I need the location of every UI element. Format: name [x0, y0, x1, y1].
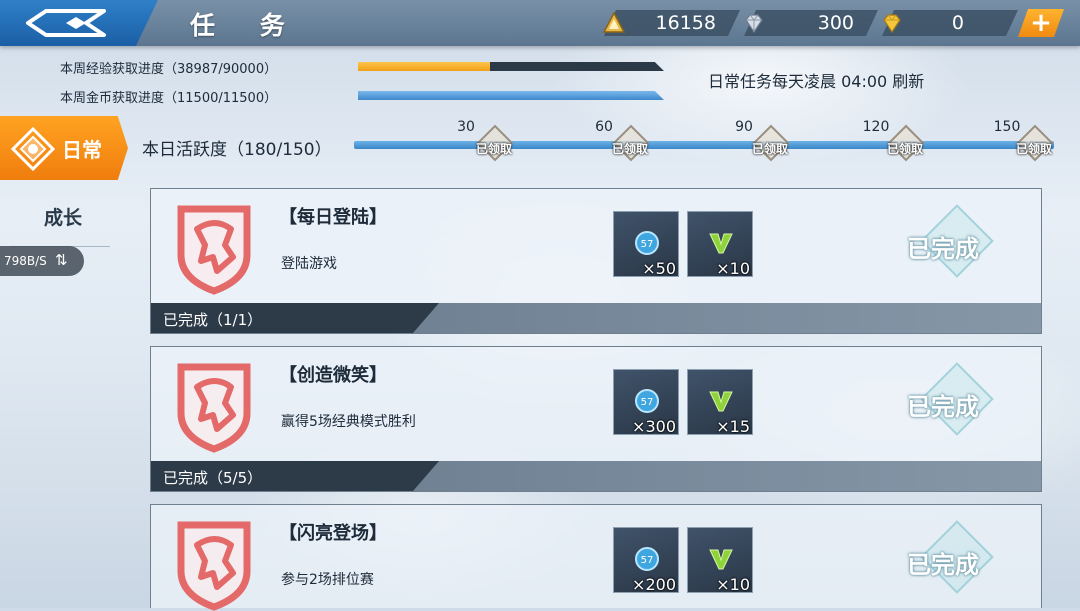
milestone-status: 已领取: [611, 142, 648, 156]
diamond-value: 300: [817, 12, 854, 34]
reward-item[interactable]: ×10: [687, 211, 753, 278]
task-card: 【每日登陆】 登陆游戏 57 ×50 ×10 已完成 已完成（1/1）: [150, 188, 1042, 334]
milestone-value: 30: [457, 119, 475, 135]
task-description: 登陆游戏: [281, 256, 337, 272]
reward-qty: ×200: [632, 575, 676, 594]
milestone-status: 已领取: [751, 142, 788, 156]
v-token-icon: [709, 549, 733, 570]
tab-growth[interactable]: 成长: [44, 203, 82, 230]
milestone-status: 已领取: [1015, 142, 1052, 156]
completed-badge: 已完成: [893, 204, 1003, 278]
reward-qty: ×10: [716, 575, 750, 594]
task-title: 【闪亮登场】: [279, 523, 387, 544]
activity-label: 本日活跃度（180/150）: [142, 140, 332, 160]
page-title: 任 务: [190, 11, 303, 40]
up-down-arrows-icon: ⇅: [55, 251, 68, 269]
reward-item[interactable]: ×10: [687, 527, 753, 594]
milestone-value: 90: [735, 119, 753, 135]
task-status-bar: 已完成（5/5）: [151, 461, 1041, 491]
gold-diamond-icon: [883, 14, 901, 34]
task-emblem-icon: [177, 363, 251, 453]
gold-diamond-value: 0: [951, 12, 964, 34]
exp-coin-icon: 57: [635, 547, 659, 571]
reward-item[interactable]: 57 ×50: [613, 211, 679, 278]
back-button[interactable]: [0, 0, 158, 46]
weekly-exp-label: 本周经验获取进度（38987/90000）: [60, 62, 278, 77]
weekly-exp-fill: [358, 62, 491, 71]
gold-value: 16158: [655, 12, 716, 34]
weekly-gold-label: 本周金币获取进度（11500/11500）: [60, 91, 278, 106]
reward-item[interactable]: 57 ×300: [613, 369, 679, 436]
task-status-text: 已完成（1/1）: [163, 311, 263, 329]
completed-badge: 已完成: [893, 520, 1003, 594]
network-speed-text: 798B/S: [4, 254, 47, 268]
top-bar: 任 务 16158 300 0 +: [0, 0, 1080, 46]
completed-badge-text: 已完成: [907, 393, 979, 421]
add-currency-button[interactable]: +: [1018, 9, 1064, 37]
weekly-exp-bar: [358, 62, 664, 71]
completed-badge-text: 已完成: [907, 551, 979, 579]
milestone-status: 已领取: [475, 142, 512, 156]
milestone-status: 已领取: [886, 142, 923, 156]
task-title: 【创造微笑】: [279, 365, 387, 386]
network-speed-indicator: 798B/S ⇅: [0, 246, 84, 276]
svg-text:57: 57: [641, 555, 654, 566]
reward-qty: ×10: [716, 259, 750, 278]
daily-tab-icon: [10, 126, 56, 172]
v-token-icon: [709, 233, 733, 254]
exp-coin-icon: 57: [635, 389, 659, 413]
diamond-icon: [745, 14, 763, 34]
reward-item[interactable]: 57 ×200: [613, 527, 679, 594]
exp-coin-icon: 57: [635, 231, 659, 255]
completed-badge-text: 已完成: [907, 235, 979, 263]
svg-text:57: 57: [641, 397, 654, 408]
task-status-bar: 已完成（1/1）: [151, 303, 1041, 333]
v-token-icon: [709, 391, 733, 412]
task-status-text: 已完成（5/5）: [163, 469, 263, 487]
reward-qty: ×300: [632, 417, 676, 436]
task-description: 赢得5场经典模式胜利: [281, 414, 416, 430]
milestone-value: 150: [993, 119, 1021, 135]
reward-qty: ×50: [642, 259, 676, 278]
gold-triangle-icon: [602, 11, 626, 33]
reward-qty: ×15: [716, 417, 750, 436]
task-emblem-icon: [177, 205, 251, 295]
activity-track: [354, 141, 1054, 149]
task-emblem-icon: [177, 521, 251, 611]
completed-badge: 已完成: [893, 362, 1003, 436]
weekly-gold-fill: [358, 91, 664, 100]
reset-note: 日常任务每天凌晨 04:00 刷新: [708, 72, 925, 91]
task-card: 【创造微笑】 赢得5场经典模式胜利 57 ×300 ×15 已完成 已完成（5/…: [150, 346, 1042, 492]
reward-item[interactable]: ×15: [687, 369, 753, 436]
weekly-gold-bar: [358, 91, 664, 100]
tab-daily-label: 日常: [62, 138, 102, 162]
svg-text:57: 57: [641, 239, 654, 250]
tab-daily[interactable]: 日常: [0, 116, 128, 180]
task-card: 【闪亮登场】 参与2场排位赛 57 ×200 ×10 已完成: [150, 504, 1042, 611]
milestone-value: 60: [595, 119, 613, 135]
task-title: 【每日登陆】: [279, 207, 387, 228]
task-description: 参与2场排位赛: [281, 572, 374, 588]
milestone-value: 120: [862, 119, 890, 135]
back-arrow-icon: [26, 9, 106, 37]
